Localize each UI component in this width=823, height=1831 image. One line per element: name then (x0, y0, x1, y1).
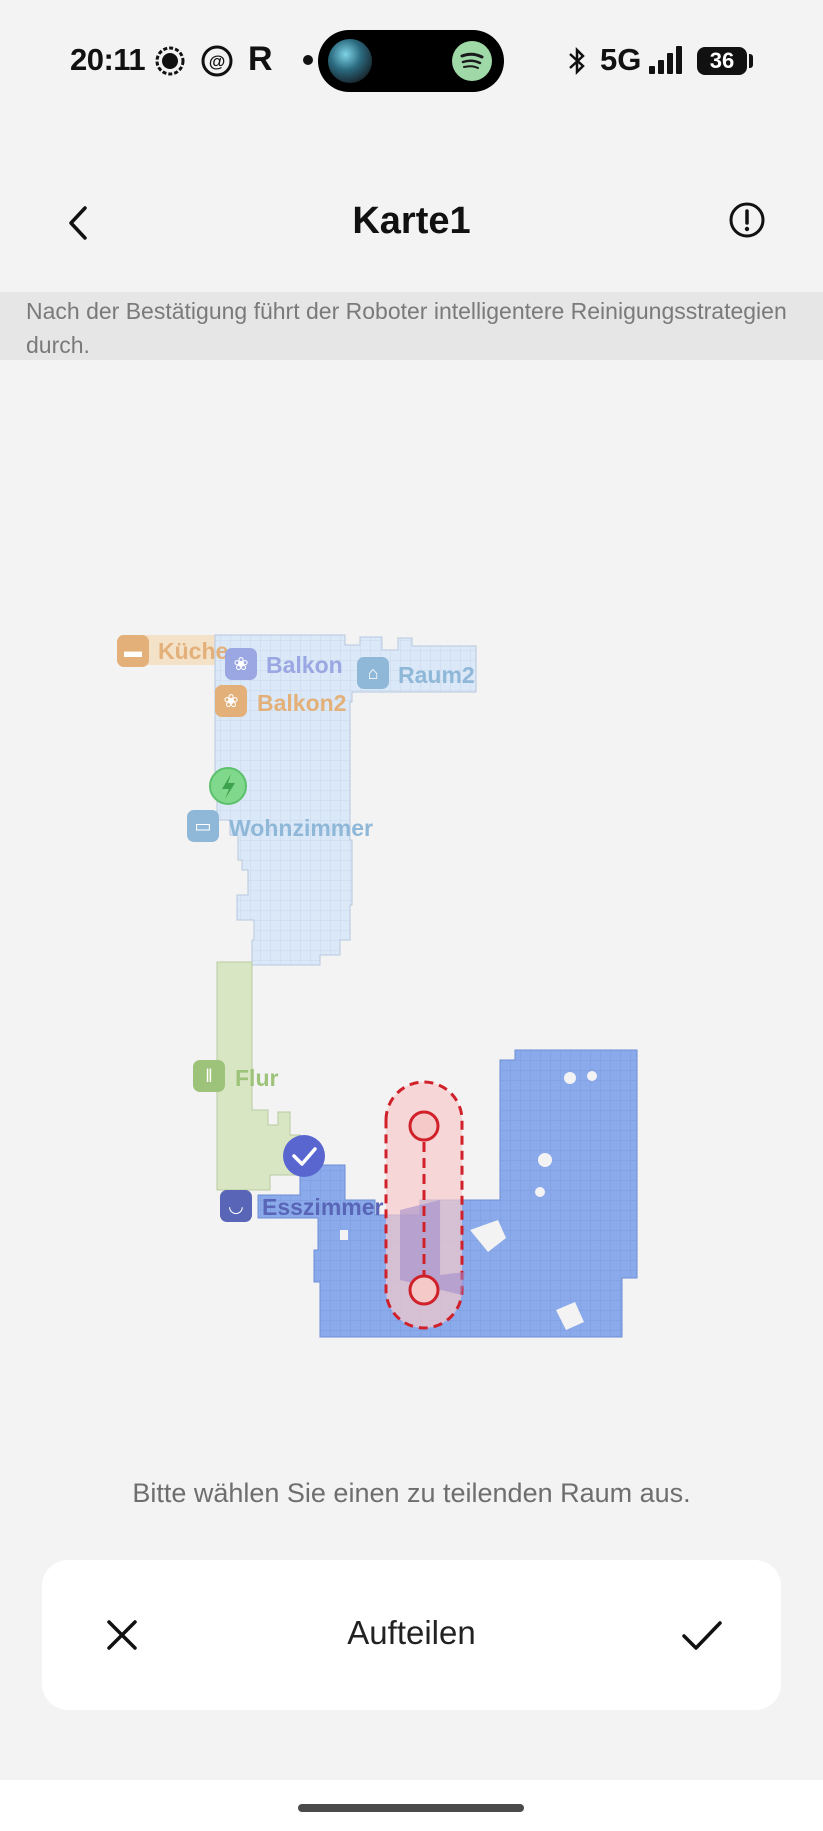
plant-icon: ❀ (215, 685, 247, 717)
svg-text:@: @ (209, 52, 226, 71)
app-header: Karte1 (0, 180, 823, 260)
door-icon: ‖ (193, 1060, 225, 1092)
instruction-text: Bitte wählen Sie einen zu teilenden Raum… (132, 1478, 691, 1508)
house-icon: ⌂ (357, 657, 389, 689)
page-title: Karte1 (352, 200, 471, 242)
dot-icon (303, 55, 313, 65)
split-action-bar: Aufteilen (42, 1560, 781, 1710)
network-type: 5G (600, 42, 642, 77)
home-indicator[interactable] (298, 1804, 524, 1812)
action-label: Aufteilen (347, 1614, 476, 1651)
status-bar: 20:11 @ R 5G 36 (0, 0, 823, 120)
room-label-balkon[interactable]: Balkon (266, 652, 343, 679)
room-label-balkon2[interactable]: Balkon2 (257, 690, 346, 717)
cell-signal-icon (649, 46, 682, 74)
room-label-kueche[interactable]: Küche (158, 638, 228, 665)
r-app-icon: R (248, 40, 273, 78)
room-label-raum2[interactable]: Raum2 (398, 662, 475, 689)
room-label-wohnzimmer[interactable]: Wohnzimmer (229, 815, 373, 842)
status-time: 20:11 (70, 42, 146, 77)
dynamic-island (318, 30, 504, 92)
signal-messenger-icon (155, 46, 185, 76)
sofa-icon: ▭ (187, 810, 219, 842)
pot-icon: ▬ (117, 635, 149, 667)
room-label-esszimmer[interactable]: Esszimmer (262, 1194, 383, 1221)
bowl-icon: ◡ (220, 1190, 252, 1222)
confirm-button[interactable] (672, 1605, 732, 1665)
spotify-icon (452, 41, 492, 81)
charging-dock-icon (209, 767, 247, 805)
map-canvas (120, 634, 638, 1338)
plant-icon: ❀ (225, 648, 257, 680)
bluetooth-icon (569, 46, 585, 76)
battery-tip (749, 54, 753, 68)
split-line-selector[interactable] (384, 1080, 465, 1330)
room-label-flur[interactable]: Flur (235, 1065, 278, 1092)
check-badge-icon[interactable] (283, 1135, 325, 1177)
album-art-icon (328, 39, 372, 83)
floor-map[interactable]: ▬ Küche ❀ Balkon ⌂ Raum2 ❀ Balkon2 ▭ Woh… (0, 360, 823, 1460)
battery-indicator: 36 (697, 47, 747, 75)
info-button[interactable] (725, 198, 775, 248)
split-handle-bottom[interactable] (408, 1274, 440, 1306)
split-handle-top[interactable] (408, 1110, 440, 1142)
info-banner: Nach der Bestätigung führt der Roboter i… (0, 292, 823, 360)
at-icon: @ (201, 45, 233, 77)
